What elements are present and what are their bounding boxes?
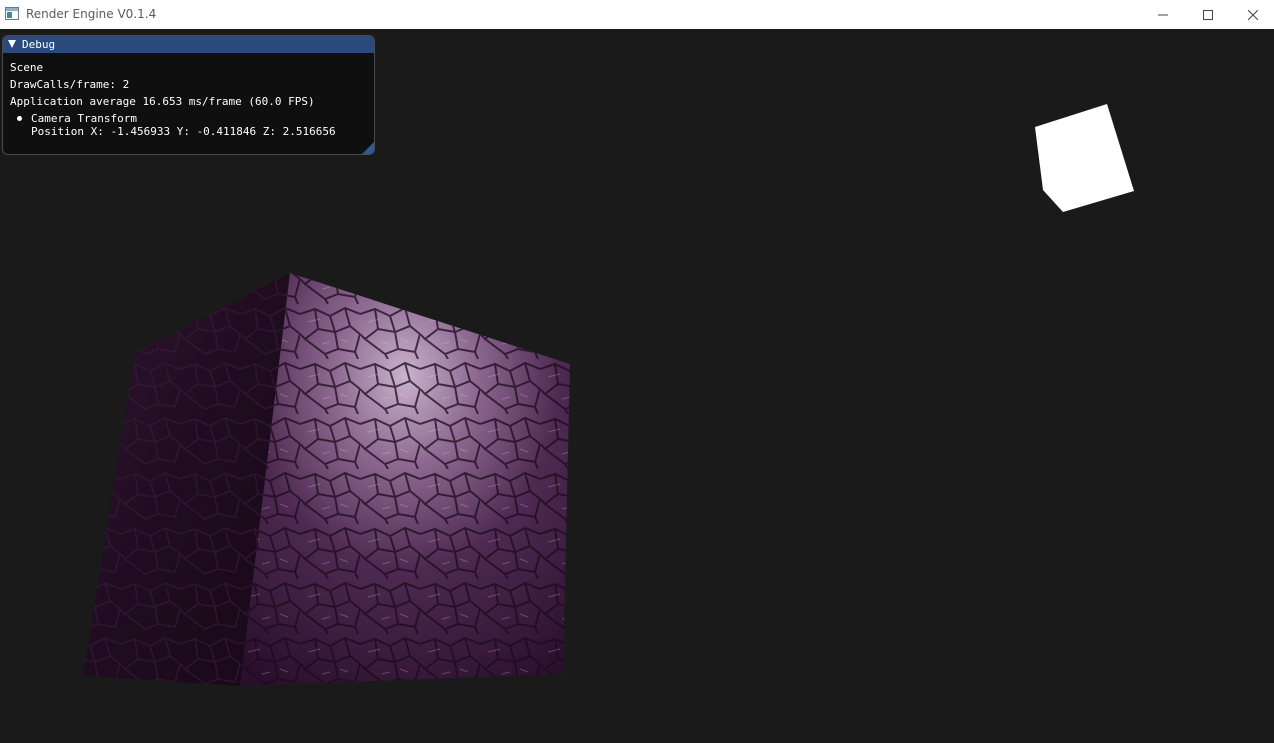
collapse-triangle-icon[interactable]: [8, 40, 16, 48]
camera-transform-node[interactable]: Camera Transform: [31, 112, 137, 126]
app-average-text: Application average 16.653 ms/frame (60.…: [10, 95, 315, 108]
maximize-button[interactable]: [1185, 0, 1231, 29]
window-title: Render Engine V0.1.4: [26, 7, 157, 21]
debug-window-header[interactable]: Debug: [3, 36, 374, 53]
close-button[interactable]: [1230, 0, 1274, 29]
minimize-icon: [1158, 14, 1168, 15]
tree-bullet-icon: [17, 116, 22, 121]
camera-position-text: Position X: -1.456933 Y: -0.411846 Z: 2.…: [31, 125, 336, 138]
app-window: Render Engine V0.1.4 Debug Scene DrawCal…: [0, 0, 1274, 743]
scene-label: Scene: [10, 61, 44, 74]
app-window-icon: [5, 7, 19, 20]
textured-cube: [83, 273, 570, 686]
close-icon: [1248, 9, 1258, 20]
resize-grip-icon[interactable]: [362, 142, 374, 154]
debug-window[interactable]: Debug Scene DrawCalls/frame: 2 Applicati…: [2, 35, 375, 155]
draw-calls-text: DrawCalls/frame: 2: [10, 78, 130, 91]
title-bar[interactable]: Render Engine V0.1.4: [0, 0, 1274, 29]
light-source-cube: [1035, 104, 1134, 212]
debug-window-title: Debug: [22, 38, 56, 51]
minimize-button[interactable]: [1140, 0, 1186, 29]
maximize-icon: [1203, 9, 1213, 20]
